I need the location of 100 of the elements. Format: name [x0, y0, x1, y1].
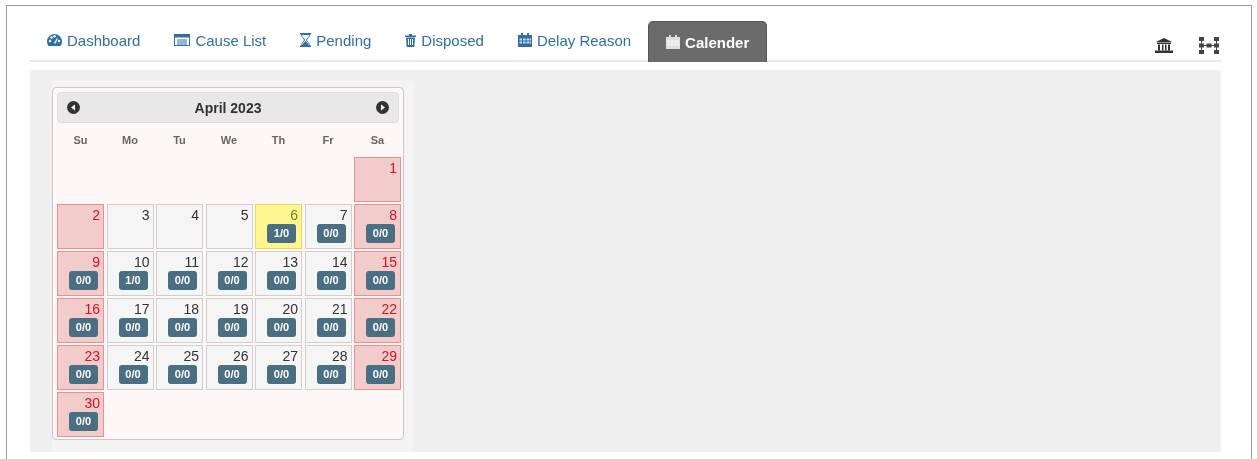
day-cell[interactable]: 21 0/0 [304, 298, 352, 343]
count-badge: 0/0 [366, 271, 395, 290]
day-cell[interactable]: 10 1/0 [106, 251, 154, 296]
day-number: 14 [331, 255, 348, 269]
previous-icon[interactable] [67, 101, 80, 114]
weekday-label: Su [72, 133, 89, 148]
count-badge: 0/0 [267, 318, 296, 337]
day-number: 11 [184, 255, 199, 269]
day-number: 25 [183, 349, 199, 363]
day-cell[interactable]: 3 [106, 204, 154, 249]
day-number: 23 [84, 349, 100, 363]
day-cell[interactable]: 8 0/0 [354, 204, 401, 249]
day-cell[interactable]: 22 0/0 [354, 298, 401, 343]
count-badge: 0/0 [168, 271, 197, 290]
count-badge: 0/0 [69, 318, 98, 337]
nav-tab[interactable]: Pending [283, 20, 389, 60]
day-cell[interactable]: 24 0/0 [106, 345, 154, 390]
day-number: 18 [183, 302, 199, 316]
day-number: 3 [141, 208, 150, 222]
day-cell[interactable]: 18 0/0 [156, 298, 203, 343]
next-icon[interactable] [376, 101, 389, 114]
day-number: 5 [240, 208, 249, 222]
day-cell[interactable]: 25 0/0 [156, 345, 203, 390]
day-cell[interactable]: 2 [57, 204, 104, 249]
count-badge: 0/0 [168, 365, 197, 384]
month-title: April 2023 [194, 99, 262, 116]
day-cell[interactable]: 30 0/0 [57, 392, 104, 437]
day-cell[interactable]: 5 [205, 204, 253, 249]
weekday-label: Mo [121, 133, 139, 148]
day-cell[interactable]: 6 1/0 [255, 204, 302, 249]
day-number: 16 [84, 302, 100, 316]
weekday-label: Fr [321, 133, 335, 148]
day-cell[interactable]: 27 0/0 [255, 345, 302, 390]
day-cell[interactable]: 9 0/0 [57, 251, 104, 296]
day-cell[interactable]: 13 0/0 [255, 251, 302, 296]
day-number: 24 [133, 349, 150, 363]
day-number: 9 [92, 255, 100, 269]
count-badge: 0/0 [118, 365, 148, 384]
calendar-icon [517, 33, 532, 47]
day-cell[interactable]: 12 0/0 [205, 251, 253, 296]
day-cell[interactable]: 23 0/0 [57, 345, 104, 390]
day-cell[interactable]: 20 0/0 [255, 298, 302, 343]
day-number: 15 [381, 255, 397, 269]
day-number: 4 [191, 208, 199, 222]
count-badge: 1/0 [267, 224, 296, 243]
count-badge: 0/0 [316, 365, 346, 384]
list-icon [174, 34, 191, 46]
day-number: 12 [232, 255, 249, 269]
day-cell[interactable]: 1 [354, 157, 401, 202]
day-cell[interactable]: 14 0/0 [304, 251, 352, 296]
day-number: 20 [282, 302, 298, 316]
day-number: 10 [133, 255, 150, 269]
day-cell[interactable]: 7 0/0 [304, 204, 352, 249]
count-badge: 0/0 [217, 271, 247, 290]
day-cell[interactable]: 19 0/0 [205, 298, 253, 343]
day-number: 26 [232, 349, 249, 363]
count-badge: 0/0 [267, 271, 296, 290]
count-badge: 0/0 [366, 365, 395, 384]
count-badge: 0/0 [69, 365, 98, 384]
day-number: 28 [331, 349, 348, 363]
day-cell[interactable]: 28 0/0 [304, 345, 352, 390]
count-badge: 0/0 [267, 365, 296, 384]
count-badge: 0/0 [366, 224, 395, 243]
count-badge: 0/0 [168, 318, 197, 337]
bank-icon[interactable] [1155, 37, 1173, 53]
day-number: 27 [282, 349, 298, 363]
hourglass-icon [300, 33, 312, 47]
count-badge: 0/0 [316, 271, 346, 290]
day-number: 2 [92, 208, 100, 222]
day-number: 19 [232, 302, 249, 316]
day-number: 13 [282, 255, 298, 269]
day-cell[interactable]: 11 0/0 [156, 251, 203, 296]
nav-tab[interactable]: Calender [648, 21, 768, 62]
day-cell[interactable]: 15 0/0 [354, 251, 401, 296]
dashboard-icon [47, 34, 62, 46]
day-number: 6 [290, 208, 298, 222]
day-number: 7 [339, 208, 348, 222]
nav-tab[interactable]: Cause List [157, 20, 284, 60]
day-cell[interactable]: 17 0/0 [106, 298, 154, 343]
day-number: 21 [331, 302, 348, 316]
day-number: 17 [133, 302, 150, 316]
day-cell[interactable]: 29 0/0 [354, 345, 401, 390]
day-cell[interactable]: 26 0/0 [205, 345, 253, 390]
nav-tab[interactable]: Disposed [388, 20, 501, 60]
count-badge: 0/0 [118, 318, 148, 337]
weekday-label: Sa [369, 133, 386, 148]
nav-tab[interactable]: Delay Reason [500, 20, 649, 60]
day-cell[interactable]: 4 [156, 204, 203, 249]
weekday-label: Th [270, 133, 287, 148]
day-number: 30 [84, 396, 100, 410]
day-number: 29 [381, 349, 397, 363]
day-cell[interactable]: 16 0/0 [57, 298, 104, 343]
count-badge: 0/0 [366, 318, 395, 337]
nav-tab[interactable]: Dashboard [30, 20, 158, 60]
count-badge: 0/0 [316, 224, 346, 243]
sitemap-icon[interactable] [1199, 36, 1219, 54]
calendar-icon [666, 35, 681, 49]
day-number: 1 [389, 161, 397, 175]
count-badge: 0/0 [69, 271, 98, 290]
count-badge: 0/0 [217, 365, 247, 384]
